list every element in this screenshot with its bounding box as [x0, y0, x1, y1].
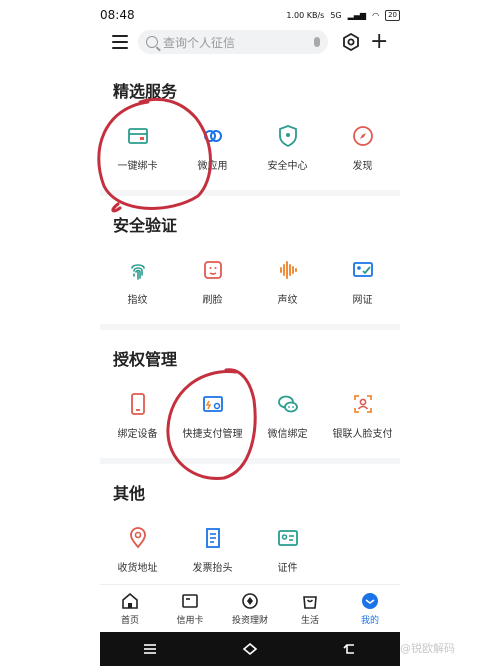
item-label: 发票抬头 [192, 563, 233, 574]
wifi-icon: ◠ [372, 10, 380, 20]
item-label: 一键绑卡 [117, 161, 158, 172]
scan-icon[interactable] [342, 33, 360, 51]
watermark-text: @锐欧解码 [400, 642, 455, 655]
tab-credit-card[interactable]: 信用卡 [160, 585, 220, 632]
item-label: 网证 [352, 295, 373, 306]
service-security-center[interactable]: 安全中心 [250, 124, 325, 172]
auth-bind-device[interactable]: 绑定设备 [100, 392, 175, 440]
signal-label: 5G [330, 10, 342, 20]
top-bar: 查询个人征信 + [100, 28, 400, 56]
item-label: 微信绑定 [267, 429, 308, 440]
face-pay-icon [353, 395, 372, 413]
signal-icon: ▂▄▆ [347, 10, 367, 20]
section-featured: 精选服务 一键绑卡 微应用 安全中心 发现 [100, 62, 400, 190]
tab-label: 首页 [120, 615, 139, 626]
tab-label: 信用卡 [176, 615, 204, 626]
other-id-docs[interactable]: 证件 [250, 526, 325, 574]
battery-icon: 20 [385, 9, 400, 21]
search-input[interactable]: 查询个人征信 [138, 30, 328, 54]
verify-voiceprint[interactable]: 声纹 [250, 258, 325, 306]
status-icons: 1.00 KB/s 5G ▂▄▆ ◠ 20 [286, 9, 400, 21]
back-nav-icon[interactable] [342, 642, 358, 656]
invoice-icon [205, 528, 220, 548]
bottom-tab-bar: 首页 信用卡 投资理财 生活 我的 [100, 584, 400, 632]
status-bar: 08:48 1.00 KB/s 5G ▂▄▆ ◠ 20 [100, 4, 400, 26]
tab-life[interactable]: 生活 [280, 585, 340, 632]
tab-invest[interactable]: 投资理财 [220, 585, 280, 632]
link-icon [203, 130, 222, 142]
id-card-icon [277, 530, 298, 546]
invest-icon [242, 592, 258, 609]
auth-unionpay-face[interactable]: 银联人脸支付 [325, 392, 400, 440]
section-title: 安全验证 [113, 216, 178, 235]
voiceprint-icon [279, 261, 297, 279]
other-address[interactable]: 收货地址 [100, 526, 175, 574]
tab-label: 我的 [360, 615, 379, 626]
menu-icon[interactable] [112, 35, 128, 49]
item-label: 绑定设备 [117, 429, 158, 440]
location-icon [129, 527, 146, 549]
section-title: 授权管理 [113, 350, 178, 369]
home-nav-icon[interactable] [242, 642, 258, 656]
item-label: 安全中心 [267, 161, 308, 172]
home-icon [122, 592, 138, 609]
verify-id-cert[interactable]: 网证 [325, 258, 400, 306]
verify-face[interactable]: 刷脸 [175, 258, 250, 306]
tab-label: 投资理财 [231, 615, 268, 626]
tab-profile[interactable]: 我的 [340, 585, 400, 632]
quick-pay-icon [202, 396, 223, 412]
item-label: 发现 [352, 161, 373, 172]
item-label: 快捷支付管理 [182, 429, 243, 440]
section-title: 精选服务 [113, 82, 178, 101]
section-security-verify: 安全验证 指纹 刷脸 声纹 网证 [100, 196, 400, 324]
item-label: 收货地址 [117, 563, 158, 574]
search-icon [146, 36, 158, 48]
net-speed: 1.00 KB/s [286, 10, 325, 20]
life-icon [303, 595, 317, 609]
compass-icon [352, 126, 373, 146]
mic-icon[interactable] [314, 37, 320, 47]
item-label: 刷脸 [202, 295, 223, 306]
menu-nav-icon[interactable] [142, 642, 158, 656]
item-label: 银联人脸支付 [332, 429, 393, 440]
section-auth-manage: 授权管理 绑定设备 快捷支付管理 微信绑定 银联人脸支付 [100, 330, 400, 458]
search-placeholder: 查询个人征信 [163, 35, 236, 50]
shield-icon [278, 125, 297, 148]
service-bind-card[interactable]: 一键绑卡 [100, 124, 175, 172]
id-cert-icon [352, 262, 373, 277]
item-label: 微应用 [197, 161, 228, 172]
section-other: 其他 收货地址 发票抬头 证件 [100, 464, 400, 584]
tab-home[interactable]: 首页 [100, 585, 160, 632]
section-title: 其他 [113, 484, 146, 503]
system-nav-bar [100, 632, 400, 666]
device-icon [130, 393, 145, 415]
auth-quick-pay[interactable]: 快捷支付管理 [175, 392, 250, 440]
profile-icon [362, 592, 378, 609]
other-invoice[interactable]: 发票抬头 [175, 526, 250, 574]
content-area: 精选服务 一键绑卡 微应用 安全中心 发现 安全验证 指纹 刷脸 声纹 网证 授… [100, 62, 400, 584]
status-time: 08:48 [100, 8, 135, 22]
fingerprint-icon [130, 264, 145, 280]
item-label: 声纹 [277, 295, 298, 306]
wechat-icon [277, 395, 298, 413]
verify-fingerprint[interactable]: 指纹 [100, 258, 175, 306]
item-label: 证件 [277, 563, 298, 574]
item-label: 指纹 [127, 295, 148, 306]
credit-card-icon [182, 593, 198, 608]
plus-icon[interactable]: + [370, 31, 388, 53]
service-discover[interactable]: 发现 [325, 124, 400, 172]
auth-wechat-bind[interactable]: 微信绑定 [250, 392, 325, 440]
face-icon [203, 261, 222, 279]
tab-label: 生活 [300, 615, 319, 626]
service-micro-app[interactable]: 微应用 [175, 124, 250, 172]
card-icon [127, 128, 148, 144]
